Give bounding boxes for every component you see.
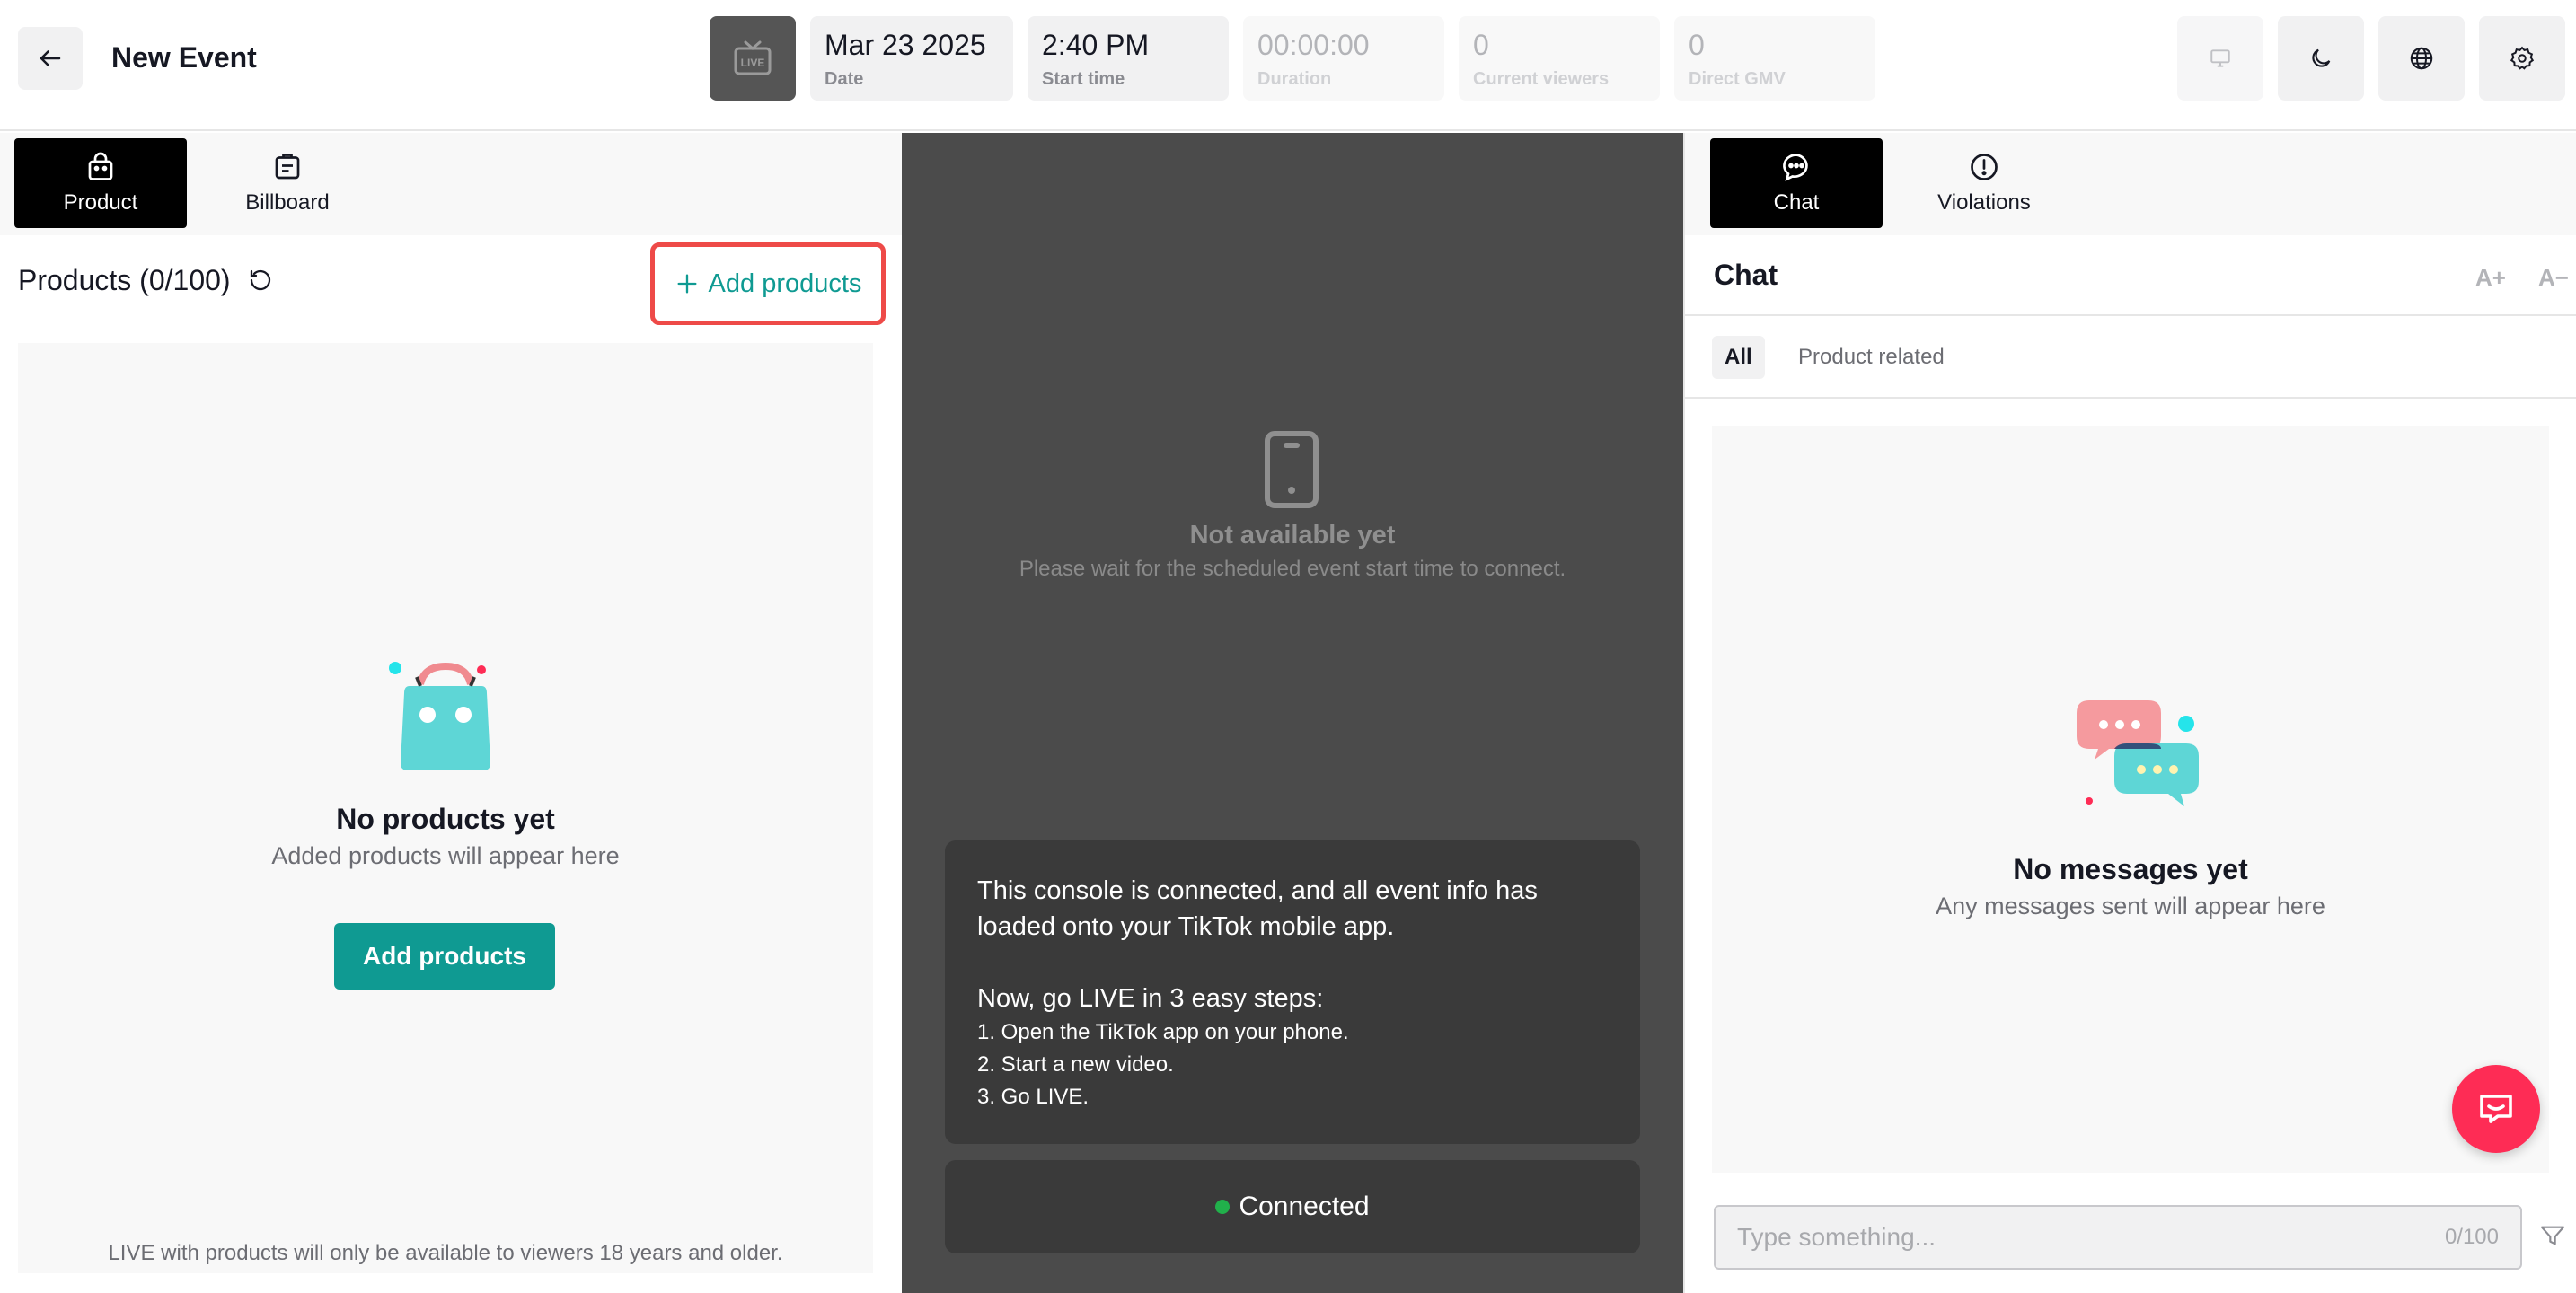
stat-label: Current viewers (1473, 69, 1610, 89)
plus-icon (677, 274, 697, 294)
stat-label: Start time (1042, 69, 1125, 89)
chat-empty-state: No messages yet Any messages sent will a… (1712, 426, 2549, 1173)
add-products-button[interactable]: Add products (334, 923, 555, 990)
connection-instructions-card: This console is connected, and all event… (945, 840, 1640, 1144)
status-dot (1215, 1200, 1231, 1214)
not-available-title: Not available yet (1189, 521, 1396, 550)
stat-duration: 00:00:00 Duration (1243, 16, 1444, 101)
chat-bubble-icon (1783, 154, 1808, 182)
tab-violations[interactable]: Violations (1883, 138, 2086, 228)
language-button[interactable] (2378, 16, 2465, 101)
filter-product-related[interactable]: Product related (1786, 336, 1957, 379)
help-chat-icon (2480, 1095, 2512, 1123)
chat-filters: All Product related (1685, 318, 2576, 399)
settings-button[interactable] (2479, 16, 2565, 101)
tab-label: Chat (1773, 190, 1820, 215)
arrow-left-icon (40, 50, 61, 66)
monitor-button[interactable] (2177, 16, 2263, 101)
stat-label: Direct GMV (1689, 69, 1786, 89)
age-restriction-note: LIVE with products will only be availabl… (108, 1241, 783, 1265)
tab-label: Violations (1937, 190, 2031, 215)
refresh-icon[interactable] (247, 267, 274, 294)
tab-billboard[interactable]: Billboard (201, 138, 374, 228)
chat-panel: Chat Violations Chat A+ A− All Product r… (1683, 133, 2576, 1293)
left-tabbar: Product Billboard (0, 133, 374, 235)
products-count-title: Products (0/100) (18, 264, 231, 296)
chat-header: Chat A+ A− (1685, 235, 2576, 316)
stat-label: Date (825, 69, 864, 89)
stat-start-time: 2:40 PM Start time (1028, 16, 1229, 101)
live-badge-text: LIVE (741, 57, 765, 69)
dark-mode-button[interactable] (2278, 16, 2364, 101)
chat-input-box: 0/100 (1714, 1205, 2522, 1270)
stat-label: Duration (1257, 69, 1332, 89)
phone-icon (1265, 431, 1319, 508)
connection-status-bar: Connected (945, 1160, 1640, 1253)
top-header: New Event LIVE Mar 23 2025 Date 2:40 PM … (0, 0, 2576, 131)
moon-icon (2312, 48, 2331, 67)
tab-label: Product (63, 190, 138, 215)
stat-date: Mar 23 2025 Date (810, 16, 1013, 101)
chat-empty-subtitle: Any messages sent will appear here (1936, 893, 2325, 919)
font-increase-button[interactable]: A+ (2475, 264, 2506, 292)
help-chat-button[interactable] (2452, 1065, 2540, 1153)
step-item: 1. Open the TikTok app on your phone. (977, 1020, 1349, 1044)
step-item: 2. Start a new video. (977, 1052, 1174, 1077)
empty-state-title: No products yet (336, 803, 555, 835)
chat-bubbles-illustration-icon (2077, 700, 2199, 806)
not-available-subtitle: Please wait for the scheduled event star… (1019, 557, 1566, 581)
connection-status-label: Connected (1239, 1192, 1370, 1221)
live-preview-panel: Not available yet Please wait for the sc… (902, 133, 1683, 1293)
products-heading: Products (0/100) (18, 262, 274, 298)
right-tabbar: Chat Violations (1685, 133, 2576, 235)
billboard-icon (275, 154, 300, 180)
products-empty-state: No products yet Added products will appe… (18, 343, 873, 1273)
empty-state-subtitle: Added products will appear here (271, 842, 620, 869)
page-title: New Event (111, 41, 257, 74)
stat-current-viewers: 0 Current viewers (1459, 16, 1660, 101)
globe-icon (2410, 47, 2433, 70)
steps-title: Now, go LIVE in 3 easy steps: (977, 984, 1324, 1013)
products-panel: Product Billboard Products (0/100) Add p… (0, 133, 902, 1293)
filter-all[interactable]: All (1712, 336, 1765, 379)
live-thumbnail: LIVE (710, 16, 796, 101)
chat-empty-title: No messages yet (2013, 853, 2248, 885)
live-tv-icon: LIVE (734, 40, 772, 75)
tab-product[interactable]: Product (14, 138, 187, 228)
gear-icon (2510, 46, 2535, 70)
alert-circle-icon (1971, 154, 1998, 180)
font-decrease-button[interactable]: A− (2538, 264, 2569, 292)
products-body: Products (0/100) Add products No product… (0, 235, 902, 1293)
tab-label: Billboard (245, 190, 330, 215)
chat-message-input[interactable] (1737, 1207, 2384, 1268)
stat-value: Mar 23 2025 (825, 29, 986, 61)
add-products-link[interactable]: Add products (650, 242, 886, 325)
stat-value: 0 (1473, 29, 1489, 61)
connection-lead-text: This console is connected, and all event… (977, 876, 1538, 941)
step-item: 3. Go LIVE. (977, 1085, 1090, 1109)
monitor-icon (2210, 49, 2230, 67)
add-products-link-label: Add products (708, 268, 862, 298)
stat-value: 2:40 PM (1042, 29, 1150, 61)
shopping-bag-illustration-icon (389, 662, 490, 770)
stat-value: 0 (1689, 29, 1705, 61)
filter-send-icon[interactable] (2538, 1221, 2567, 1250)
tab-chat[interactable]: Chat (1710, 138, 1883, 228)
chat-title: Chat (1714, 259, 1778, 291)
stat-direct-gmv: 0 Direct GMV (1674, 16, 1875, 101)
back-button[interactable] (18, 27, 83, 90)
stat-value: 00:00:00 (1257, 29, 1370, 61)
shopping-bag-icon (88, 152, 113, 180)
char-counter: 0/100 (2444, 1225, 2499, 1249)
